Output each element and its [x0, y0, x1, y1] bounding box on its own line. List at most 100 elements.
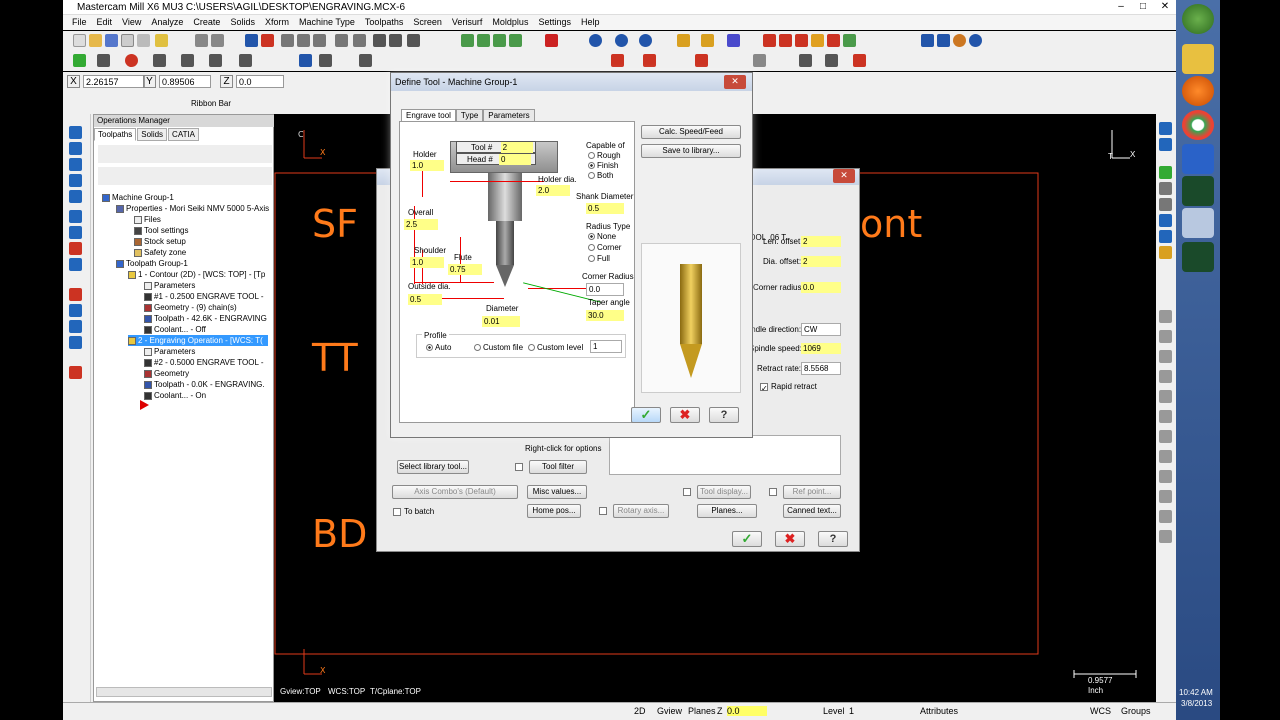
toolpath-icon-2[interactable] — [779, 34, 792, 47]
wand-icon[interactable] — [701, 34, 714, 47]
zoom-in-icon[interactable] — [297, 34, 310, 47]
print-icon[interactable] — [121, 34, 134, 47]
tab-toolpaths[interactable]: Toolpaths — [94, 128, 137, 141]
y-coord-input[interactable] — [159, 75, 211, 88]
tree-op1-parameters[interactable]: Parameters — [144, 280, 195, 291]
menu-analyze[interactable]: Analyze — [146, 15, 188, 30]
ops-nc-icon[interactable] — [69, 366, 82, 379]
ops-stock-icon[interactable] — [69, 304, 82, 317]
tab-catia[interactable]: CATIA — [168, 128, 200, 141]
tree-toolpath-group[interactable]: Toolpath Group-1 — [116, 258, 188, 269]
trim-icon[interactable] — [299, 54, 312, 67]
new-file-icon[interactable] — [73, 34, 86, 47]
rapid-retract-checkbox[interactable]: ✓ Rapid retract — [760, 382, 817, 393]
tree-machine-group[interactable]: Machine Group-1 — [102, 192, 174, 203]
wire-icon[interactable] — [753, 54, 766, 67]
verify-icon[interactable] — [937, 34, 950, 47]
menu-view[interactable]: View — [117, 15, 146, 30]
toolpath-icon-1[interactable] — [763, 34, 776, 47]
rt-icon-14[interactable] — [1159, 410, 1172, 423]
menu-xform[interactable]: Xform — [260, 15, 294, 30]
rt-icon-20[interactable] — [1159, 530, 1172, 543]
select-icon[interactable] — [373, 34, 386, 47]
unzoom-icon[interactable] — [353, 34, 366, 47]
rt-icon-3[interactable] — [1159, 166, 1172, 179]
cut-icon[interactable] — [155, 34, 168, 47]
delete-icon[interactable] — [389, 34, 402, 47]
profile-custom-file-radio[interactable]: Custom file — [474, 343, 523, 352]
rt-icon-7[interactable] — [1159, 230, 1172, 243]
menu-verisurf[interactable]: Verisurf — [447, 15, 488, 30]
shank-dia-field[interactable]: 0.5 — [586, 203, 624, 214]
tool-display-checkbox[interactable] — [683, 488, 691, 496]
ops-group-icon[interactable] — [69, 320, 82, 333]
ref-point-checkbox[interactable] — [769, 488, 777, 496]
menu-settings[interactable]: Settings — [533, 15, 576, 30]
rt-icon-4[interactable] — [1159, 182, 1172, 195]
sphere-icon[interactable] — [615, 34, 628, 47]
menu-machine-type[interactable]: Machine Type — [294, 15, 360, 30]
ops-select-all-icon[interactable] — [69, 126, 82, 139]
flute-field[interactable]: 0.75 — [448, 264, 482, 275]
insert-arrow-icon[interactable] — [140, 400, 149, 410]
tree-op-1[interactable]: 1 - Contour (2D) - [WCS: TOP] - [Tp — [128, 269, 265, 280]
x-coord-input[interactable] — [83, 75, 145, 88]
define-tool-ok-button[interactable]: ✓ — [631, 407, 661, 423]
tree-tool-settings[interactable]: Tool settings — [134, 225, 188, 236]
rotary-axis-checkbox[interactable] — [599, 507, 607, 515]
rt-icon-12[interactable] — [1159, 370, 1172, 383]
windows-start-icon[interactable] — [1182, 4, 1214, 34]
ref-point-button[interactable]: Ref point... — [783, 485, 841, 499]
grid-icon-2[interactable] — [643, 54, 656, 67]
measure-icon[interactable] — [727, 34, 740, 47]
save-to-library-button[interactable]: Save to library... — [641, 144, 741, 158]
rt-icon-16[interactable] — [1159, 450, 1172, 463]
backplot-icon[interactable] — [921, 34, 934, 47]
maximize-button[interactable]: □ — [1132, 0, 1154, 15]
tree-op1-coolant[interactable]: Coolant... - Off — [144, 324, 206, 335]
cube-iso-icon[interactable] — [509, 34, 522, 47]
menu-help[interactable]: Help — [576, 15, 605, 30]
redo-icon[interactable] — [211, 34, 224, 47]
radius-none-radio[interactable]: None — [588, 232, 616, 241]
rt-icon-11[interactable] — [1159, 350, 1172, 363]
misc-values-button[interactable]: Misc values... — [527, 485, 587, 499]
engraving-ok-button[interactable]: ✓ — [732, 531, 762, 547]
toolpath-icon-5[interactable] — [827, 34, 840, 47]
radius-full-radio[interactable]: Full — [588, 254, 610, 263]
tool-list-area[interactable] — [609, 435, 841, 475]
axis-combo-button[interactable]: Axis Combo's (Default) — [392, 485, 518, 499]
zoom-out-icon[interactable] — [313, 34, 326, 47]
status-attributes[interactable]: Attributes — [920, 706, 958, 716]
tree-files[interactable]: Files — [134, 214, 161, 225]
tool-filter-button[interactable]: Tool filter — [529, 460, 587, 474]
capable-both-radio[interactable]: Both — [588, 171, 613, 180]
menu-toolpaths[interactable]: Toolpaths — [360, 15, 409, 30]
pencil-icon[interactable] — [677, 34, 690, 47]
tree-op2-parameters[interactable]: Parameters — [144, 346, 195, 357]
diameter-field[interactable]: 0.01 — [482, 316, 520, 327]
status-planes[interactable]: Planes — [688, 706, 716, 716]
ops-batch-icon[interactable] — [69, 336, 82, 349]
toolpath-icon-3[interactable] — [795, 34, 808, 47]
retract-rate-field[interactable]: 8.5568 — [801, 362, 841, 375]
to-batch-box[interactable] — [393, 507, 401, 516]
ops-verify-icon[interactable] — [69, 174, 82, 187]
define-tool-help-button[interactable]: ? — [709, 407, 739, 423]
rt-icon-18[interactable] — [1159, 490, 1172, 503]
xform-icon[interactable] — [359, 54, 372, 67]
head-num-field[interactable]: 0 — [499, 154, 532, 165]
mastercam-icon-2[interactable] — [1182, 242, 1214, 272]
minimize-button[interactable]: – — [1110, 0, 1132, 15]
status-groups[interactable]: Groups — [1121, 706, 1151, 716]
chain-icon[interactable] — [407, 34, 420, 47]
engraving-help-button[interactable]: ? — [818, 531, 848, 547]
mastercam-icon-active[interactable] — [1182, 208, 1214, 238]
rt-icon-10[interactable] — [1159, 330, 1172, 343]
define-tool-cancel-button[interactable]: ✖ — [670, 407, 700, 423]
overall-field[interactable]: 2.5 — [404, 219, 438, 230]
text-icon[interactable] — [239, 54, 252, 67]
open-folder-icon[interactable] — [89, 34, 102, 47]
outside-dia-field[interactable]: 0.5 — [408, 294, 442, 305]
ops-lock-icon[interactable] — [69, 242, 82, 255]
